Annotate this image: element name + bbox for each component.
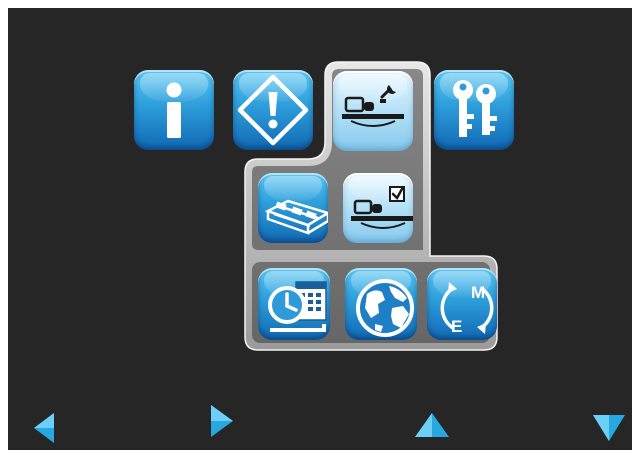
keys-icon — [453, 80, 497, 137]
nav-left-button[interactable] — [33, 412, 55, 444]
metric-imperial-icon: M E — [440, 282, 494, 336]
machine-wrench-icon — [342, 85, 404, 127]
information-button[interactable] — [134, 70, 214, 150]
nav-right-button[interactable] — [210, 404, 234, 438]
globe-icon — [356, 279, 414, 337]
arrow-left-icon — [34, 413, 54, 443]
nav-down-button[interactable] — [592, 414, 626, 442]
clock-calendar-icon — [268, 281, 327, 332]
arrow-up-icon — [415, 413, 449, 437]
conveyor-button[interactable] — [258, 173, 328, 243]
warning-diamond-icon — [237, 74, 309, 146]
information-icon — [166, 82, 182, 138]
nav-up-button[interactable] — [414, 412, 450, 438]
access-keys-button[interactable] — [434, 70, 514, 150]
date-time-button[interactable] — [258, 268, 330, 340]
language-button[interactable] — [345, 268, 417, 340]
units-imperial-label: E — [451, 317, 462, 336]
conveyor-belt-icon — [264, 199, 328, 235]
arrow-down-icon — [593, 415, 625, 441]
menu-screen: M E — [0, 0, 639, 457]
warning-button[interactable] — [233, 70, 313, 150]
units-metric-label: M — [471, 283, 485, 302]
machine-checkbox-icon — [351, 186, 413, 229]
machine-check-button[interactable] — [343, 173, 413, 243]
arrow-right-icon — [211, 405, 233, 437]
units-button[interactable]: M E — [427, 268, 497, 340]
machine-setup-button[interactable] — [333, 71, 413, 151]
